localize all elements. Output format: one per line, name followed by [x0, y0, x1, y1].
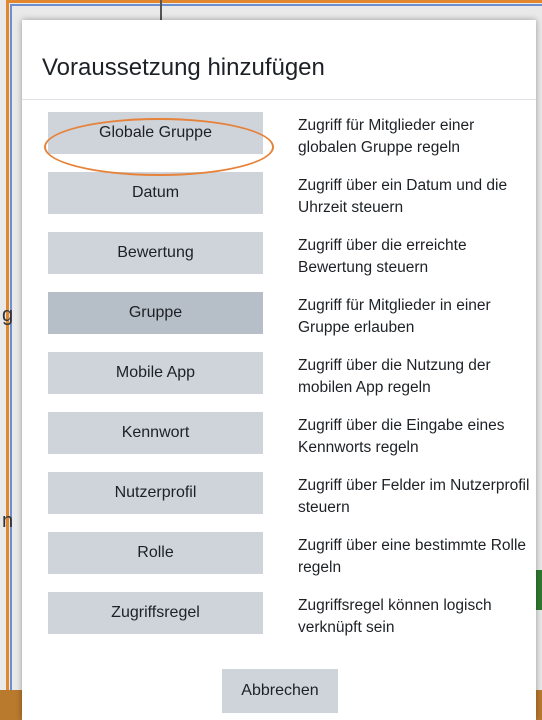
group-button[interactable]: Gruppe: [48, 292, 263, 334]
restriction-row: Nutzerprofil Zugriff über Felder im Nutz…: [22, 462, 536, 522]
background-divider: [160, 0, 162, 20]
restriction-description: Zugriff über die Nutzung der mobilen App…: [298, 357, 491, 396]
restriction-row: Rolle Zugriff über eine bestimmte Rolle …: [22, 522, 536, 582]
restriction-description: Zugriff über die erreichte Bewertung ste…: [298, 237, 467, 276]
restriction-row: Mobile App Zugriff über die Nutzung der …: [22, 342, 536, 402]
restriction-description: Zugriffsregel können logisch verknüpft s…: [298, 597, 492, 636]
restriction-row: Zugriffsregel Zugriffsregel können logis…: [22, 582, 536, 642]
restriction-description: Zugriff über ein Datum und die Uhrzeit s…: [298, 177, 508, 216]
restriction-row: Datum Zugriff über ein Datum und die Uhr…: [22, 162, 536, 222]
restriction-description: Zugriff über eine bestimmte Rolle regeln: [298, 537, 527, 576]
restriction-description: Zugriff für Mitglieder einer globalen Gr…: [298, 117, 475, 156]
restriction-set-button[interactable]: Zugriffsregel: [48, 592, 263, 634]
dialog-title: Voraussetzung hinzufügen: [42, 54, 325, 81]
restriction-description: Zugriff für Mitglieder in einer Gruppe e…: [298, 297, 491, 336]
dialog-header: Voraussetzung hinzufügen: [22, 20, 536, 100]
restriction-type-list: Globale Gruppe Zugriff für Mitglieder ei…: [22, 102, 536, 642]
password-button[interactable]: Kennwort: [48, 412, 263, 454]
user-profile-button[interactable]: Nutzerprofil: [48, 472, 263, 514]
role-button[interactable]: Rolle: [48, 532, 263, 574]
background-partial-text: n: [2, 510, 14, 532]
cancel-button[interactable]: Abbrechen: [222, 669, 338, 713]
mobile-app-button[interactable]: Mobile App: [48, 352, 263, 394]
date-button[interactable]: Datum: [48, 172, 263, 214]
background-accent: [536, 570, 542, 610]
global-group-button[interactable]: Globale Gruppe: [48, 112, 263, 154]
background-partial-text: g: [2, 304, 14, 326]
grade-button[interactable]: Bewertung: [48, 232, 263, 274]
restriction-row: Gruppe Zugriff für Mitglieder in einer G…: [22, 282, 536, 342]
add-restriction-dialog: Voraussetzung hinzufügen Globale Gruppe …: [22, 20, 536, 720]
restriction-row: Bewertung Zugriff über die erreichte Bew…: [22, 222, 536, 282]
restriction-description: Zugriff über Felder im Nutzerprofil steu…: [298, 477, 530, 516]
restriction-description: Zugriff über die Eingabe eines Kennworts…: [298, 417, 505, 456]
restriction-row: Globale Gruppe Zugriff für Mitglieder ei…: [22, 102, 536, 162]
restriction-row: Kennwort Zugriff über die Eingabe eines …: [22, 402, 536, 462]
